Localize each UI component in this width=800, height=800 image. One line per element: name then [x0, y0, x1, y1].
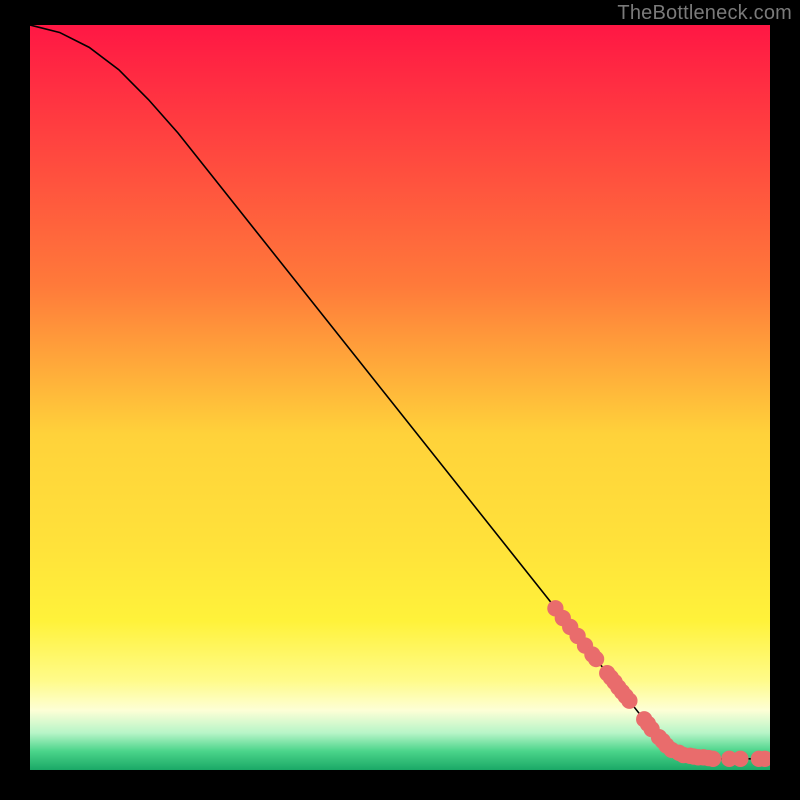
plot-area — [30, 25, 770, 770]
marker-point — [732, 751, 748, 767]
watermark-text: TheBottleneck.com — [617, 2, 792, 25]
marker-point — [705, 751, 721, 767]
marker-point — [588, 651, 604, 667]
chart-svg — [30, 25, 770, 770]
chart-frame: TheBottleneck.com — [0, 0, 800, 800]
marker-point — [621, 693, 637, 709]
gradient-background — [30, 25, 770, 770]
